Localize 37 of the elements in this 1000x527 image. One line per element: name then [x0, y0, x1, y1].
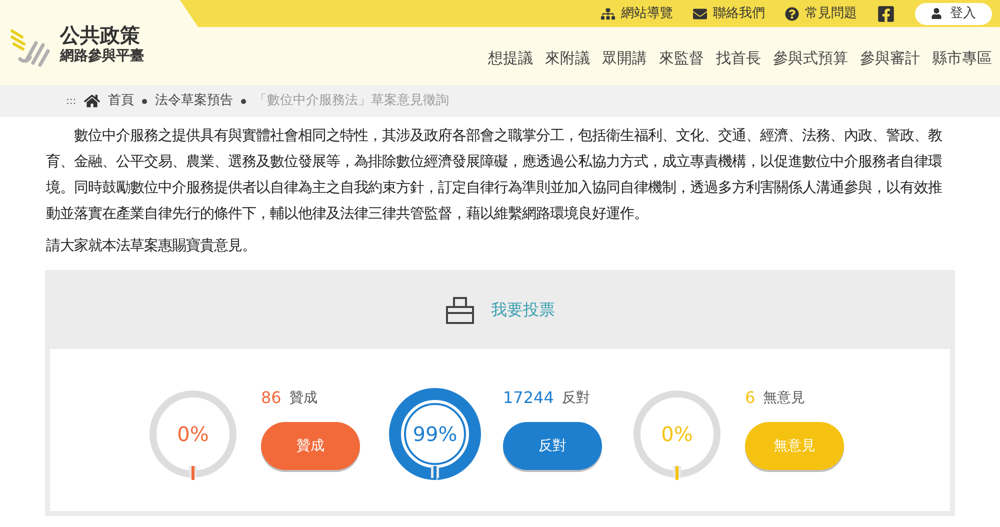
help-icon — [785, 6, 799, 20]
top-link[interactable]: 常見問題 — [805, 4, 857, 24]
vote-count: 17244 — [503, 387, 554, 409]
vote-label: 無意見 — [763, 388, 806, 408]
user-icon — [931, 8, 942, 19]
sitemap-icon — [601, 6, 615, 20]
login-button[interactable]: 登入 — [915, 2, 992, 24]
menu-marker: ::: — [66, 94, 76, 108]
site-title: 公共政策 — [60, 23, 141, 48]
vote-label: 反對 — [562, 388, 590, 408]
nav-item[interactable]: 來監督 — [659, 46, 704, 70]
site-subtitle: 網路參與平臺 — [60, 48, 144, 66]
ballot-box-icon — [445, 294, 475, 324]
breadcrumb-link[interactable]: 首頁 — [108, 91, 134, 111]
nav-item[interactable]: 參與式預算 — [773, 46, 848, 70]
mail-icon — [693, 6, 707, 20]
vote-button[interactable]: 反對 — [503, 422, 602, 470]
nav-item[interactable]: 找首長 — [716, 46, 761, 70]
vote-count: 86 — [261, 387, 282, 409]
gauge-percent: 0% — [177, 421, 209, 448]
gauge-percent: 99% — [412, 421, 458, 448]
facebook-icon[interactable] — [877, 4, 895, 22]
body-paragraph: 數位中介服務之提供具有與實體社會相同之特性，其涉及政府各部會之職掌分工，包括衛生福利、文化、交通、經濟、法務、內政、警政、教育、金融、公平交易、農業、選務及數位發展等，為排除數位經濟發展障礙，應透過公私協力方式，成立專責機構，以促進數位中介服務者自律環境。同時鼓勵數位中介服務提供者以自律為主之自我約束方針，訂定自律行為準則並加入協同自律機制，透過多方利害關係人溝通參與，以有效推動並落實在產業自律先行的條件下，輔以他律及法律三律共管監督，藉以維繫網路環境良好運作。 — [46, 126, 943, 224]
nav-item[interactable]: 眾開講 — [602, 46, 647, 70]
nav-item[interactable]: 來附議 — [545, 46, 590, 70]
top-link[interactable]: 網站導覽 — [621, 4, 673, 24]
home-icon[interactable] — [84, 93, 100, 109]
body-paragraph: 請大家就本法草案惠賜寶貴意見。 — [46, 236, 257, 256]
vote-label: 贊成 — [289, 388, 318, 408]
nav-item[interactable]: 想提議 — [488, 46, 533, 70]
nav-item[interactable]: 參與審計 — [860, 46, 920, 70]
top-link[interactable]: 聯絡我們 — [713, 4, 765, 24]
gauge-percent: 0% — [661, 421, 693, 448]
breadcrumb-link[interactable]: 法令草案預告 — [155, 91, 234, 111]
vote-title: 我要投票 — [491, 298, 555, 320]
vote-count: 6 — [745, 387, 756, 409]
nav-item[interactable]: 縣市專區 — [932, 46, 992, 70]
